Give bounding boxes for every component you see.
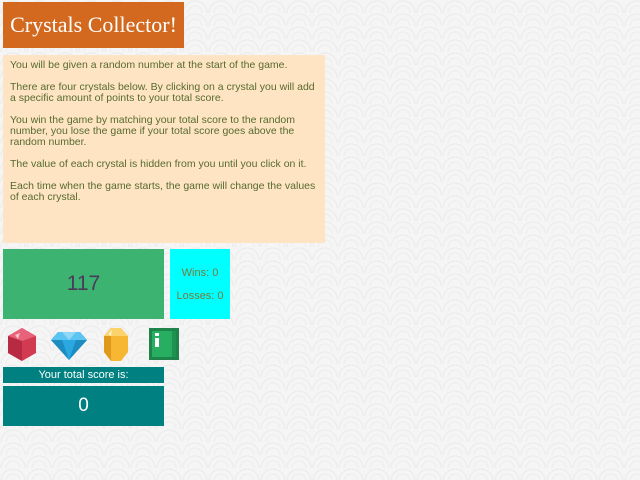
yellow-crystal-button[interactable] <box>97 326 135 362</box>
stats-panel: Wins: 0 Losses: 0 <box>170 249 230 319</box>
blue-diamond-icon <box>51 332 87 360</box>
score-label: Your total score is: <box>3 367 164 383</box>
green-crystal-button[interactable] <box>145 326 183 362</box>
instruction-text: There are four crystals below. By clicki… <box>10 81 315 104</box>
red-crystal-icon <box>8 328 36 361</box>
instruction-text: You will be given a random number at the… <box>10 59 288 71</box>
instruction-text: You win the game by matching your total … <box>10 114 296 148</box>
green-crystal-icon <box>149 328 179 360</box>
losses-counter: Losses: 0 <box>176 290 224 302</box>
total-score: 0 <box>3 386 164 426</box>
target-number: 117 <box>3 249 164 319</box>
instruction-text: The value of each crystal is hidden from… <box>10 158 307 170</box>
wins-counter: Wins: 0 <box>181 267 219 279</box>
game-title: Crystals Collector! <box>3 2 184 48</box>
red-crystal-button[interactable] <box>3 326 41 362</box>
instructions-panel: You will be given a random number at the… <box>3 55 325 243</box>
instruction-text: Each time when the game starts, the game… <box>10 180 316 203</box>
yellow-crystal-icon <box>104 328 128 361</box>
blue-diamond-button[interactable] <box>50 326 88 362</box>
